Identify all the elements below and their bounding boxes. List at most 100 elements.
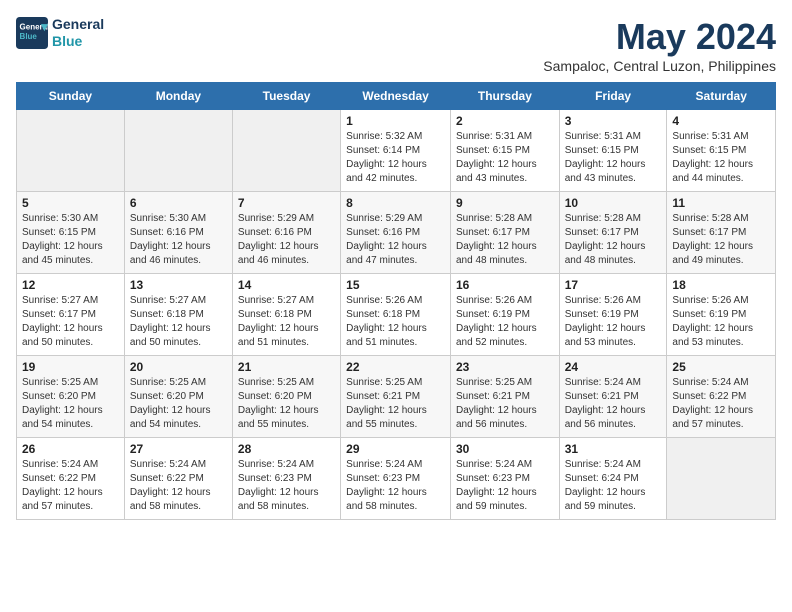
weekday-header-friday: Friday — [559, 83, 667, 110]
cell-info: Sunrise: 5:27 AM Sunset: 6:18 PM Dayligh… — [130, 294, 227, 350]
day-number: 27 — [130, 442, 227, 456]
cell-info: Sunrise: 5:24 AM Sunset: 6:23 PM Dayligh… — [346, 458, 445, 514]
day-number: 16 — [456, 278, 554, 292]
day-number: 8 — [346, 196, 445, 210]
calendar-cell: 9Sunrise: 5:28 AM Sunset: 6:17 PM Daylig… — [450, 192, 559, 274]
cell-info: Sunrise: 5:26 AM Sunset: 6:18 PM Dayligh… — [346, 294, 445, 350]
calendar-cell: 29 Sunrise: 5:24 AM Sunset: 6:23 PM Dayli… — [341, 438, 451, 520]
cell-info: Sunrise: 5:29 AM Sunset: 6:16 PM Dayligh… — [238, 212, 335, 268]
weekday-header-monday: Monday — [124, 83, 232, 110]
logo: General Blue General Blue — [16, 16, 104, 50]
weekday-header-tuesday: Tuesday — [232, 83, 340, 110]
cell-info: Sunrise: 5:30 AM Sunset: 6:16 PM Dayligh… — [130, 212, 227, 268]
calendar-week-row: 1Sunrise: 5:32 AM Sunset: 6:14 PM Daylig… — [17, 110, 776, 192]
calendar-week-row: 12 Sunrise: 5:27 AM Sunset: 6:17 PM Dayli… — [17, 274, 776, 356]
cell-info: Sunrise: 5:31 AM Sunset: 6:15 PM Dayligh… — [456, 130, 554, 186]
cell-info: Sunrise: 5:28 AM Sunset: 6:17 PM Dayligh… — [672, 212, 770, 268]
day-number: 28 — [238, 442, 335, 456]
calendar-cell: 3Sunrise: 5:31 AM Sunset: 6:15 PM Daylig… — [559, 110, 667, 192]
calendar-cell — [667, 438, 776, 520]
cell-info: Sunrise: 5:29 AM Sunset: 6:16 PM Dayligh… — [346, 212, 445, 268]
day-number: 17 — [565, 278, 662, 292]
day-number: 26 — [22, 442, 119, 456]
day-number: 14 — [238, 278, 335, 292]
cell-info: Sunrise: 5:27 AM Sunset: 6:18 PM Dayligh… — [238, 294, 335, 350]
day-number: 29 — [346, 442, 445, 456]
day-number: 10 — [565, 196, 662, 210]
day-number: 5 — [22, 196, 119, 210]
cell-info: Sunrise: 5:24 AM Sunset: 6:24 PM Dayligh… — [565, 458, 662, 514]
cell-info: Sunrise: 5:25 AM Sunset: 6:20 PM Dayligh… — [130, 376, 227, 432]
cell-info: Sunrise: 5:26 AM Sunset: 6:19 PM Dayligh… — [672, 294, 770, 350]
day-number: 23 — [456, 360, 554, 374]
calendar-table: SundayMondayTuesdayWednesdayThursdayFrid… — [16, 82, 776, 520]
day-number: 2 — [456, 114, 554, 128]
day-number: 30 — [456, 442, 554, 456]
calendar-cell: 7 Sunrise: 5:29 AM Sunset: 6:16 PM Daylig… — [232, 192, 340, 274]
calendar-cell: 12 Sunrise: 5:27 AM Sunset: 6:17 PM Dayli… — [17, 274, 125, 356]
page-header: General Blue General Blue May 2024 Sampa… — [16, 16, 776, 74]
cell-info: Sunrise: 5:26 AM Sunset: 6:19 PM Dayligh… — [565, 294, 662, 350]
cell-info: Sunrise: 5:24 AM Sunset: 6:23 PM Dayligh… — [238, 458, 335, 514]
calendar-cell: 11 Sunrise: 5:28 AM Sunset: 6:17 PM Dayli… — [667, 192, 776, 274]
calendar-cell: 31 Sunrise: 5:24 AM Sunset: 6:24 PM Dayli… — [559, 438, 667, 520]
day-number: 11 — [672, 196, 770, 210]
calendar-cell — [232, 110, 340, 192]
location-subtitle: Sampaloc, Central Luzon, Philippines — [543, 58, 776, 74]
cell-info: Sunrise: 5:31 AM Sunset: 6:15 PM Dayligh… — [672, 130, 770, 186]
calendar-cell: 14 Sunrise: 5:27 AM Sunset: 6:18 PM Dayli… — [232, 274, 340, 356]
cell-info: Sunrise: 5:31 AM Sunset: 6:15 PM Dayligh… — [565, 130, 662, 186]
cell-info: Sunrise: 5:25 AM Sunset: 6:21 PM Dayligh… — [456, 376, 554, 432]
cell-info: Sunrise: 5:32 AM Sunset: 6:14 PM Dayligh… — [346, 130, 445, 186]
cell-info: Sunrise: 5:24 AM Sunset: 6:23 PM Dayligh… — [456, 458, 554, 514]
weekday-header-saturday: Saturday — [667, 83, 776, 110]
cell-info: Sunrise: 5:28 AM Sunset: 6:17 PM Dayligh… — [565, 212, 662, 268]
cell-info: Sunrise: 5:24 AM Sunset: 6:22 PM Dayligh… — [22, 458, 119, 514]
day-number: 18 — [672, 278, 770, 292]
calendar-cell: 20 Sunrise: 5:25 AM Sunset: 6:20 PM Dayli… — [124, 356, 232, 438]
day-number: 25 — [672, 360, 770, 374]
calendar-cell: 30 Sunrise: 5:24 AM Sunset: 6:23 PM Dayli… — [450, 438, 559, 520]
calendar-cell: 27 Sunrise: 5:24 AM Sunset: 6:22 PM Dayli… — [124, 438, 232, 520]
calendar-cell: 5 Sunrise: 5:30 AM Sunset: 6:15 PM Daylig… — [17, 192, 125, 274]
day-number: 12 — [22, 278, 119, 292]
calendar-cell: 26 Sunrise: 5:24 AM Sunset: 6:22 PM Dayli… — [17, 438, 125, 520]
calendar-cell: 13 Sunrise: 5:27 AM Sunset: 6:18 PM Dayli… — [124, 274, 232, 356]
day-number: 6 — [130, 196, 227, 210]
calendar-cell: 25 Sunrise: 5:24 AM Sunset: 6:22 PM Dayli… — [667, 356, 776, 438]
day-number: 20 — [130, 360, 227, 374]
cell-info: Sunrise: 5:24 AM Sunset: 6:22 PM Dayligh… — [672, 376, 770, 432]
cell-info: Sunrise: 5:27 AM Sunset: 6:17 PM Dayligh… — [22, 294, 119, 350]
calendar-cell: 21Sunrise: 5:25 AM Sunset: 6:20 PM Dayli… — [232, 356, 340, 438]
cell-info: Sunrise: 5:28 AM Sunset: 6:17 PM Dayligh… — [456, 212, 554, 268]
day-number: 13 — [130, 278, 227, 292]
calendar-cell: 15Sunrise: 5:26 AM Sunset: 6:18 PM Dayli… — [341, 274, 451, 356]
cell-info: Sunrise: 5:26 AM Sunset: 6:19 PM Dayligh… — [456, 294, 554, 350]
title-area: May 2024 Sampaloc, Central Luzon, Philip… — [543, 16, 776, 74]
weekday-header-thursday: Thursday — [450, 83, 559, 110]
calendar-cell: 4 Sunrise: 5:31 AM Sunset: 6:15 PM Daylig… — [667, 110, 776, 192]
calendar-cell: 23 Sunrise: 5:25 AM Sunset: 6:21 PM Dayli… — [450, 356, 559, 438]
logo-subtext: Blue — [52, 33, 104, 50]
calendar-cell: 17 Sunrise: 5:26 AM Sunset: 6:19 PM Dayli… — [559, 274, 667, 356]
cell-info: Sunrise: 5:25 AM Sunset: 6:21 PM Dayligh… — [346, 376, 445, 432]
logo-text: General — [52, 16, 104, 33]
calendar-cell: 16 Sunrise: 5:26 AM Sunset: 6:19 PM Dayli… — [450, 274, 559, 356]
calendar-cell: 18 Sunrise: 5:26 AM Sunset: 6:19 PM Dayli… — [667, 274, 776, 356]
calendar-week-row: 26 Sunrise: 5:24 AM Sunset: 6:22 PM Dayli… — [17, 438, 776, 520]
day-number: 31 — [565, 442, 662, 456]
calendar-cell: 2 Sunrise: 5:31 AM Sunset: 6:15 PM Daylig… — [450, 110, 559, 192]
day-number: 24 — [565, 360, 662, 374]
calendar-cell: 10 Sunrise: 5:28 AM Sunset: 6:17 PM Dayli… — [559, 192, 667, 274]
cell-info: Sunrise: 5:24 AM Sunset: 6:22 PM Dayligh… — [130, 458, 227, 514]
calendar-cell: 8 Sunrise: 5:29 AM Sunset: 6:16 PM Daylig… — [341, 192, 451, 274]
weekday-header-sunday: Sunday — [17, 83, 125, 110]
day-number: 4 — [672, 114, 770, 128]
calendar-cell: 28 Sunrise: 5:24 AM Sunset: 6:23 PM Dayli… — [232, 438, 340, 520]
logo-icon: General Blue — [16, 17, 48, 49]
day-number: 21 — [238, 360, 335, 374]
day-number: 7 — [238, 196, 335, 210]
cell-info: Sunrise: 5:30 AM Sunset: 6:15 PM Dayligh… — [22, 212, 119, 268]
day-number: 19 — [22, 360, 119, 374]
cell-info: Sunrise: 5:25 AM Sunset: 6:20 PM Dayligh… — [22, 376, 119, 432]
